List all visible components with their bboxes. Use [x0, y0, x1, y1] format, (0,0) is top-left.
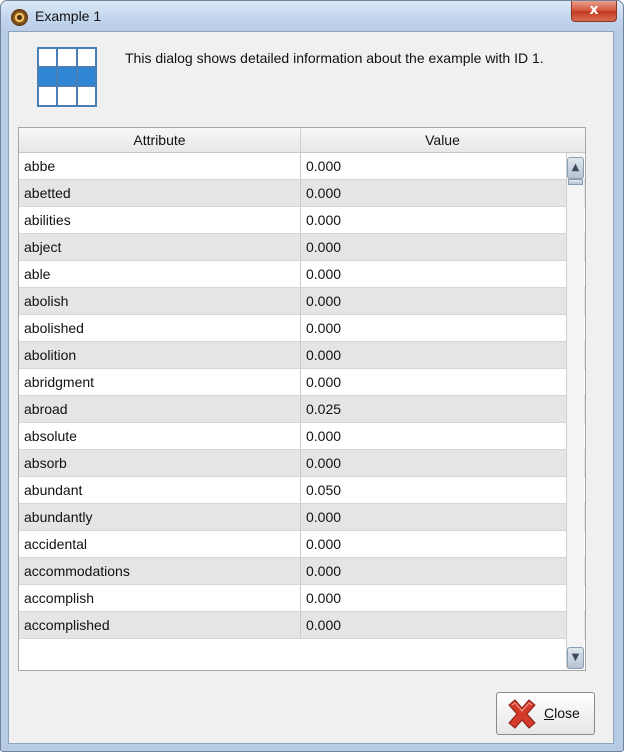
column-divider [300, 153, 301, 179]
value-cell: 0.000 [306, 239, 342, 255]
column-header-value[interactable]: Value [301, 128, 584, 152]
table-row[interactable]: absolute 0.000 [19, 423, 585, 450]
value-cell: 0.000 [306, 455, 342, 471]
table-row[interactable]: abundant 0.050 [19, 477, 585, 504]
value-cell: 0.000 [306, 509, 342, 525]
attribute-cell: abundant [24, 482, 83, 498]
title-bar[interactable]: Example 1 x [1, 1, 623, 32]
table-row[interactable]: abject 0.000 [19, 234, 585, 261]
close-button[interactable]: Close [496, 692, 595, 735]
attribute-cell: abilities [24, 212, 71, 228]
value-cell: 0.000 [306, 266, 342, 282]
table-row[interactable]: absorb 0.000 [19, 450, 585, 477]
app-logo-icon [11, 9, 28, 26]
attribute-cell: accommodations [24, 563, 130, 579]
attribute-cell: abolition [24, 347, 77, 363]
table-row[interactable]: abridgment 0.000 [19, 369, 585, 396]
column-divider [300, 450, 301, 476]
value-cell: 0.000 [306, 590, 342, 606]
attribute-cell: absolute [24, 428, 77, 444]
value-cell: 0.025 [306, 401, 342, 417]
info-text: This dialog shows detailed information a… [125, 50, 544, 66]
attribute-cell: accidental [24, 536, 88, 552]
column-divider [300, 288, 301, 314]
scroll-down-button[interactable]: ▼ [567, 647, 584, 669]
value-cell: 0.000 [306, 347, 342, 363]
value-cell: 0.000 [306, 617, 342, 633]
column-divider [300, 396, 301, 422]
attribute-cell: abundantly [24, 509, 93, 525]
attribute-cell: abolished [24, 320, 84, 336]
attribute-cell: accomplish [24, 590, 95, 606]
vertical-scrollbar[interactable]: ▲ ▼ [566, 153, 584, 669]
value-cell: 0.000 [306, 320, 342, 336]
column-divider [300, 315, 301, 341]
close-button-label: Close [544, 705, 580, 721]
table-row[interactable]: abbe 0.000 [19, 153, 585, 180]
column-divider [300, 531, 301, 557]
table-row[interactable]: abilities 0.000 [19, 207, 585, 234]
attribute-cell: abridgment [24, 374, 95, 390]
value-cell: 0.000 [306, 536, 342, 552]
column-divider [300, 504, 301, 530]
column-divider [300, 234, 301, 260]
column-divider [300, 585, 301, 611]
scroll-up-button[interactable]: ▲ [567, 157, 584, 179]
column-header-attribute[interactable]: Attribute [19, 128, 301, 152]
scroll-thumb[interactable] [568, 179, 583, 185]
attribute-cell: able [24, 266, 51, 282]
attribute-cell: abbe [24, 158, 56, 174]
table-row[interactable]: accommodations 0.000 [19, 558, 585, 585]
attribute-cell: abetted [24, 185, 71, 201]
column-divider [300, 207, 301, 233]
column-divider [300, 342, 301, 368]
table-row[interactable]: accidental 0.000 [19, 531, 585, 558]
attribute-cell: abroad [24, 401, 68, 417]
value-cell: 0.000 [306, 293, 342, 309]
value-cell: 0.000 [306, 374, 342, 390]
value-cell: 0.000 [306, 428, 342, 444]
column-divider [300, 261, 301, 287]
column-divider [300, 423, 301, 449]
table-icon [37, 47, 97, 107]
table-row[interactable]: abolition 0.000 [19, 342, 585, 369]
table-row[interactable]: abolished 0.000 [19, 315, 585, 342]
attribute-cell: accomplished [24, 617, 110, 633]
value-cell: 0.000 [306, 212, 342, 228]
column-divider [300, 612, 301, 638]
table-body: abbe 0.000 abetted 0.000 abilities 0.000 abjec… [19, 153, 585, 639]
table-row[interactable]: accomplish 0.000 [19, 585, 585, 612]
table-header: Attribute Value [19, 128, 585, 153]
value-cell: 0.050 [306, 482, 342, 498]
column-divider [300, 180, 301, 206]
table-row[interactable]: abetted 0.000 [19, 180, 585, 207]
attribute-cell: absorb [24, 455, 67, 471]
column-divider [300, 558, 301, 584]
attribute-cell: abject [24, 239, 62, 255]
window-title: Example 1 [35, 8, 102, 24]
window-close-button[interactable]: x [571, 1, 617, 22]
column-divider [300, 369, 301, 395]
attribute-cell: abolish [24, 293, 69, 309]
red-x-icon [508, 699, 536, 729]
table-row[interactable]: able 0.000 [19, 261, 585, 288]
table-row[interactable]: abundantly 0.000 [19, 504, 585, 531]
table-row[interactable]: accomplished 0.000 [19, 612, 585, 639]
value-cell: 0.000 [306, 185, 342, 201]
value-cell: 0.000 [306, 158, 342, 174]
table-row[interactable]: abroad 0.025 [19, 396, 585, 423]
value-cell: 0.000 [306, 563, 342, 579]
column-divider [300, 477, 301, 503]
attribute-table[interactable]: Attribute Value abbe 0.000 abetted 0.000 abi… [18, 127, 586, 671]
table-row[interactable]: abolish 0.000 [19, 288, 585, 315]
